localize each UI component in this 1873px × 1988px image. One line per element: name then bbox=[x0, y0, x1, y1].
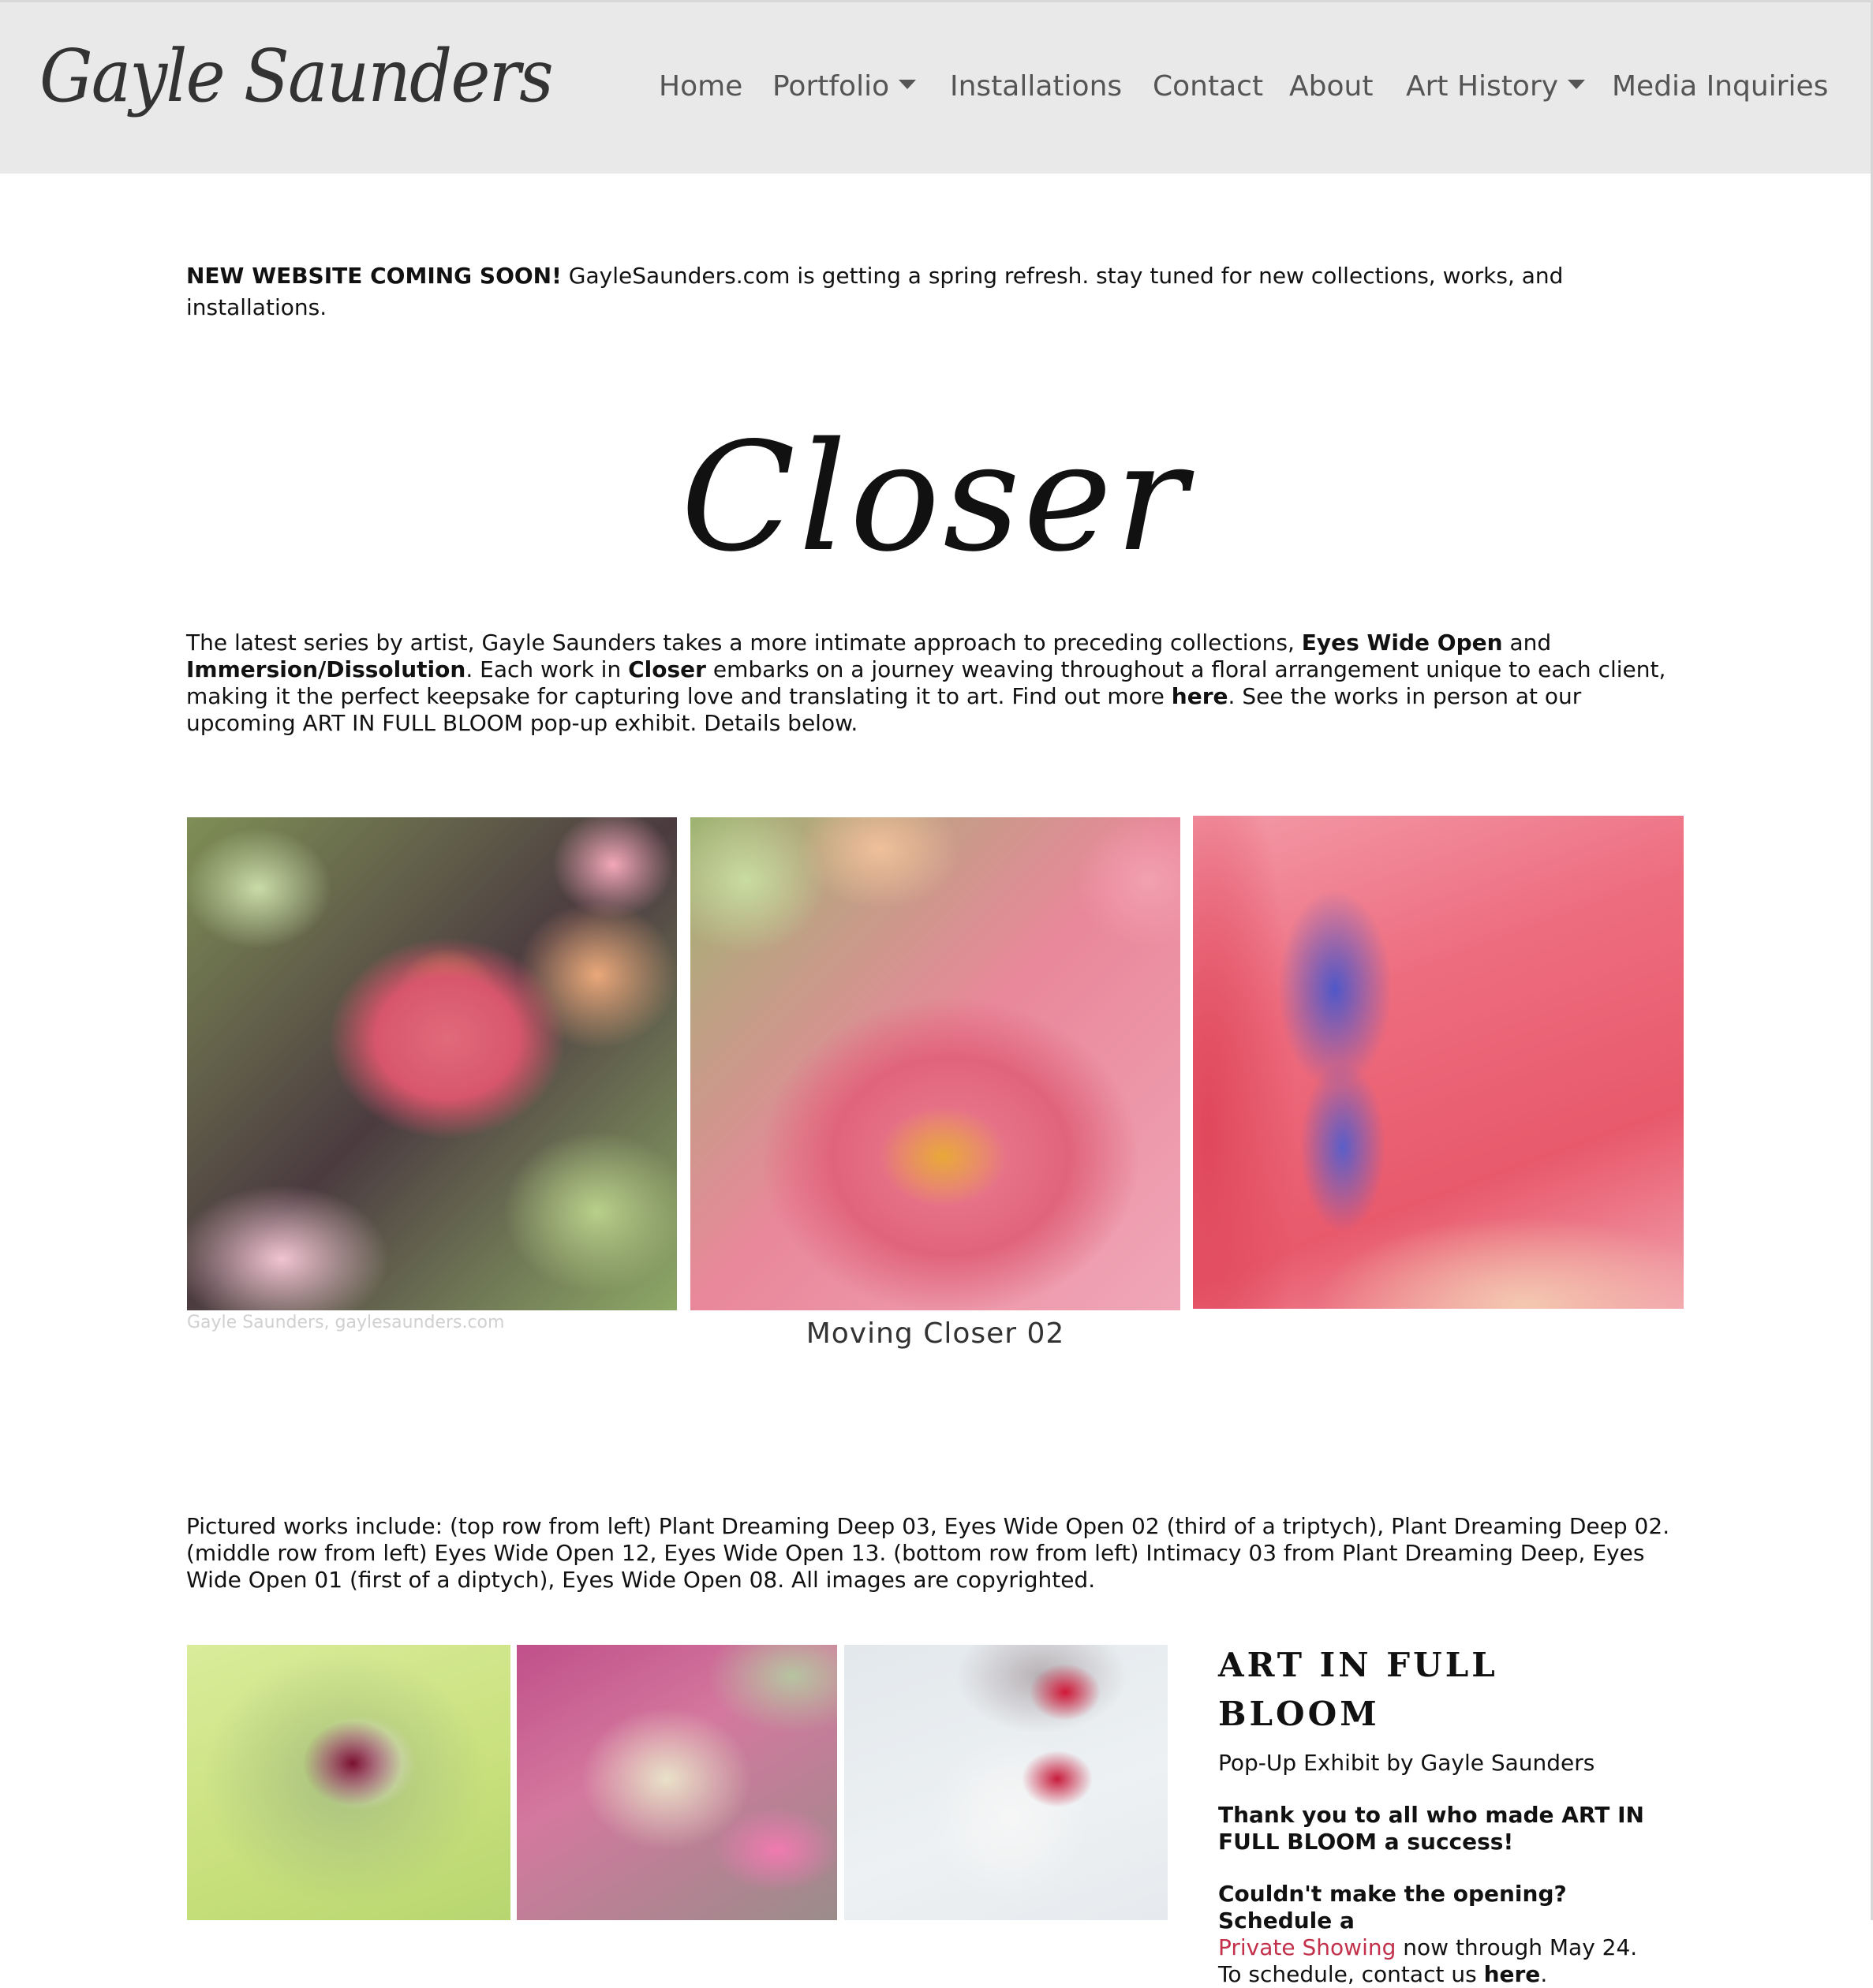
nav-art-history-label: Art History bbox=[1406, 70, 1559, 103]
site-logo[interactable]: Gayle Saunders bbox=[39, 34, 554, 118]
exhibit-thanks: Thank you to all who made ART IN FULL BL… bbox=[1218, 1802, 1644, 1855]
gallery-image-1[interactable] bbox=[187, 1645, 510, 1920]
nav-art-history[interactable]: Art History bbox=[1406, 70, 1586, 103]
announcement: NEW WEBSITE COMING SOON! GayleSaunders.c… bbox=[186, 260, 1685, 323]
schedule-text-bold: Couldn't make the opening? Schedule a bbox=[1218, 1881, 1567, 1934]
closer-title: Closer bbox=[680, 410, 1191, 585]
site-header: Gayle Saunders Home Portfolio Installati… bbox=[0, 0, 1871, 174]
exhibit-schedule: Couldn't make the opening? Schedule a Pr… bbox=[1218, 1881, 1660, 1988]
triptych-caption: Moving Closer 02 bbox=[806, 1317, 1065, 1350]
nav-home[interactable]: Home bbox=[659, 70, 742, 103]
pictured-works-text: Pictured works include: (top row from le… bbox=[186, 1513, 1670, 1593]
caret-down-icon bbox=[899, 80, 917, 89]
triptych-image-center[interactable] bbox=[690, 817, 1180, 1310]
exhibit-sidebar: ART IN FULL BLOOM Pop-Up Exhibit by Gayl… bbox=[1218, 1641, 1660, 1988]
gallery-image-2[interactable] bbox=[517, 1645, 837, 1920]
nav-about[interactable]: About bbox=[1289, 70, 1373, 103]
gallery-image-3[interactable] bbox=[844, 1645, 1168, 1920]
nav-home-label: Home bbox=[659, 70, 743, 103]
intro-text: and bbox=[1502, 630, 1552, 656]
exhibit-title: ART IN FULL BLOOM bbox=[1218, 1646, 1498, 1733]
private-showing-link[interactable]: Private Showing bbox=[1218, 1934, 1396, 1960]
nav-media-inquiries-label: Media Inquiries bbox=[1612, 70, 1829, 103]
caret-down-icon bbox=[1568, 80, 1586, 89]
nav-media-inquiries[interactable]: Media Inquiries bbox=[1612, 70, 1828, 103]
nav-portfolio[interactable]: Portfolio bbox=[772, 70, 917, 103]
nav-portfolio-label: Portfolio bbox=[772, 70, 890, 103]
announcement-bold: NEW WEBSITE COMING SOON! bbox=[186, 263, 562, 289]
image-watermark: Gayle Saunders, gaylesaunders.com bbox=[187, 1313, 505, 1332]
closer-bold: Closer bbox=[628, 656, 706, 682]
intro-text: . Each work in bbox=[465, 656, 629, 682]
intro-text: The latest series by artist, Gayle Saund… bbox=[186, 630, 1302, 656]
contact-here-link[interactable]: here bbox=[1484, 1961, 1541, 1987]
nav-contact[interactable]: Contact bbox=[1153, 70, 1263, 103]
closer-intro: The latest series by artist, Gayle Saund… bbox=[186, 630, 1685, 737]
find-out-more-link[interactable]: here bbox=[1172, 683, 1228, 709]
nav-about-label: About bbox=[1289, 70, 1374, 103]
triptych-image-right[interactable] bbox=[1193, 816, 1684, 1309]
nav-installations-label: Installations bbox=[950, 70, 1123, 103]
schedule-text-end: . bbox=[1540, 1961, 1548, 1987]
nav-installations[interactable]: Installations bbox=[950, 70, 1122, 103]
eyes-wide-open-bold: Eyes Wide Open bbox=[1301, 630, 1503, 656]
nav-contact-label: Contact bbox=[1153, 70, 1264, 103]
triptych-image-left[interactable] bbox=[187, 817, 677, 1310]
exhibit-subtitle: Pop-Up Exhibit by Gayle Saunders bbox=[1218, 1750, 1595, 1776]
immersion-bold: Immersion/Dissolution bbox=[186, 656, 466, 682]
